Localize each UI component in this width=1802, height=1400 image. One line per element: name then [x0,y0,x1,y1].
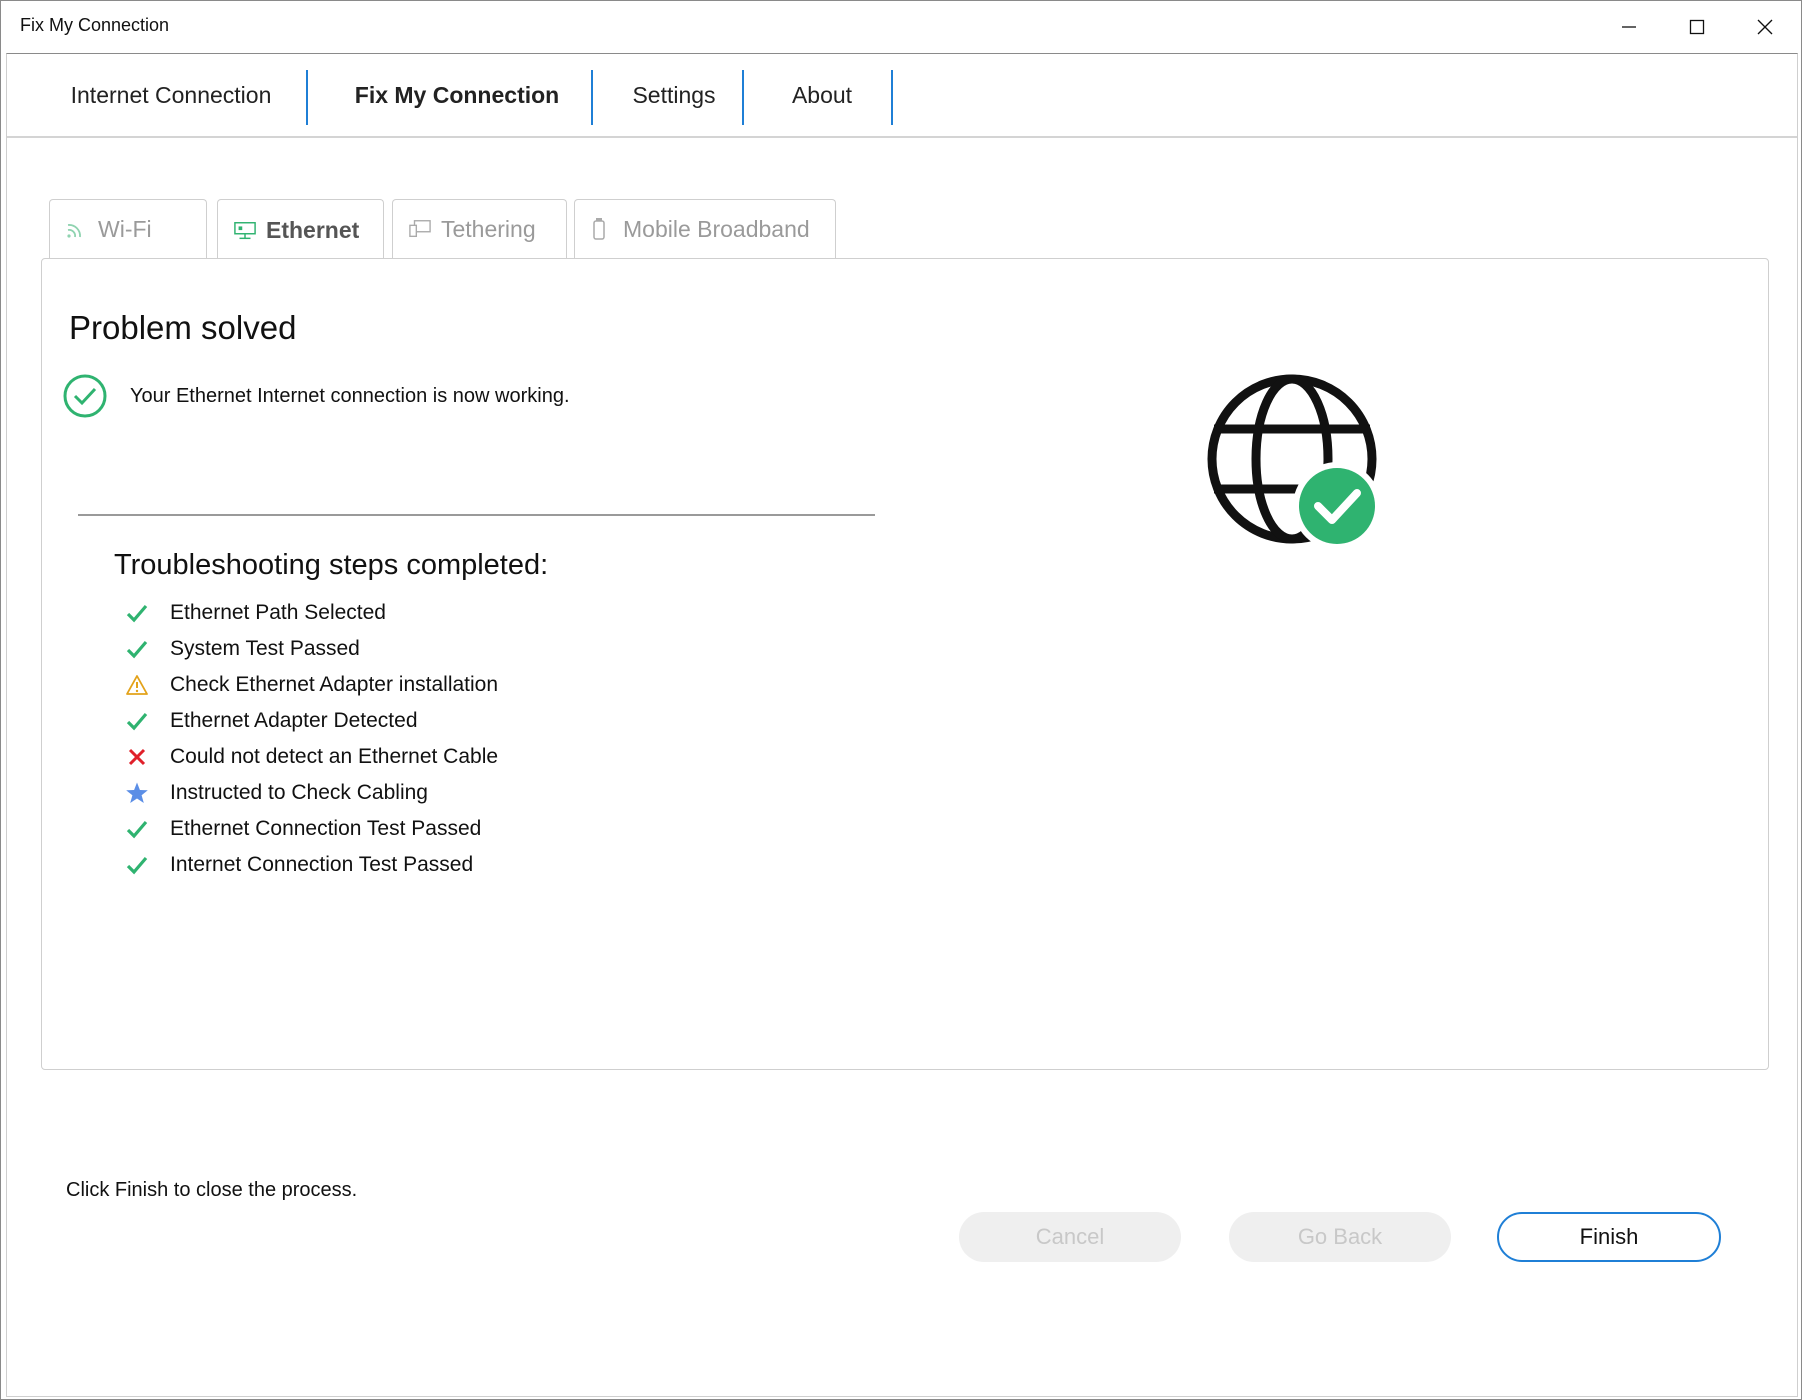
checkmark-icon [124,852,150,878]
check-circle-icon [63,374,107,418]
list-item: Check Ethernet Adapter installation [124,667,498,703]
step-label: Instructed to Check Cabling [170,781,428,804]
tab-mobile-broadband-label: Mobile Broadband [623,215,810,242]
checkmark-icon [124,600,150,626]
title-bar: Fix My Connection [1,1,1801,53]
tab-wifi[interactable]: Wi-Fi [49,199,207,258]
close-icon [1757,19,1773,35]
list-item: Ethernet Connection Test Passed [124,811,498,847]
globe-success-icon [1207,374,1381,550]
list-item: System Test Passed [124,631,498,667]
step-label: Internet Connection Test Passed [170,853,474,876]
status-message: Your Ethernet Internet connection is now… [62,373,570,419]
step-label: Could not detect an Ethernet Cable [170,745,499,768]
list-item: Could not detect an Ethernet Cable [124,739,498,775]
finish-button[interactable]: Finish [1497,1212,1721,1262]
minimize-button[interactable] [1595,1,1663,53]
nav-settings[interactable]: Settings [615,54,733,136]
checkmark-icon [124,816,150,842]
go-back-button[interactable]: Go Back [1229,1212,1451,1262]
nav-separator [742,70,744,125]
nav-about[interactable]: About [767,54,877,136]
warning-icon [124,672,150,698]
step-label: Check Ethernet Adapter installation [170,673,499,696]
star-icon [124,780,150,806]
nav-fix-my-connection[interactable]: Fix My Connection [337,54,577,136]
list-item: Ethernet Path Selected [124,595,498,631]
tab-tethering[interactable]: Tethering [392,199,567,258]
nav-separator [306,70,308,125]
tab-ethernet-label: Ethernet [266,217,360,243]
main-frame: Internet Connection Fix My Connection Se… [6,53,1798,1397]
mobile-broadband-icon [591,218,613,240]
status-text: Your Ethernet Internet connection is now… [130,384,570,407]
nav-separator [891,70,893,125]
tethering-icon [409,218,431,240]
divider [78,514,875,516]
step-label: Ethernet Adapter Detected [170,709,418,732]
wifi-icon [66,218,88,240]
tab-ethernet[interactable]: Ethernet [217,199,384,261]
step-label: Ethernet Connection Test Passed [170,817,482,840]
app-window: Fix My Connection Internet Connection Fi… [0,0,1802,1400]
list-item: Internet Connection Test Passed [124,847,498,883]
checkmark-icon [124,636,150,662]
top-navigation: Internet Connection Fix My Connection Se… [7,54,1797,138]
step-label: System Test Passed [170,637,360,660]
steps-title: Troubleshooting steps completed: [114,549,549,581]
minimize-icon [1622,26,1636,28]
list-item: Instructed to Check Cabling [124,775,498,811]
page-title: Problem solved [69,309,297,346]
list-item: Ethernet Adapter Detected [124,703,498,739]
ethernet-icon [234,220,256,242]
maximize-button[interactable] [1663,1,1731,53]
window-title: Fix My Connection [20,15,170,35]
tab-mobile-broadband[interactable]: Mobile Broadband [574,199,836,258]
tab-wifi-label: Wi-Fi [98,215,152,242]
cancel-button[interactable]: Cancel [959,1212,1181,1262]
tab-tethering-label: Tethering [441,215,536,242]
close-button[interactable] [1731,1,1799,53]
nav-internet-connection[interactable]: Internet Connection [57,54,285,136]
error-x-icon [124,744,150,770]
footer-hint: Click Finish to close the process. [66,1179,358,1201]
nav-separator [591,70,593,125]
result-panel: Problem solved Your Ethernet Internet co… [41,258,1769,1070]
maximize-icon [1689,19,1705,35]
checkmark-icon [124,708,150,734]
steps-list: Ethernet Path Selected System Test Passe… [124,595,498,883]
step-label: Ethernet Path Selected [170,601,386,624]
